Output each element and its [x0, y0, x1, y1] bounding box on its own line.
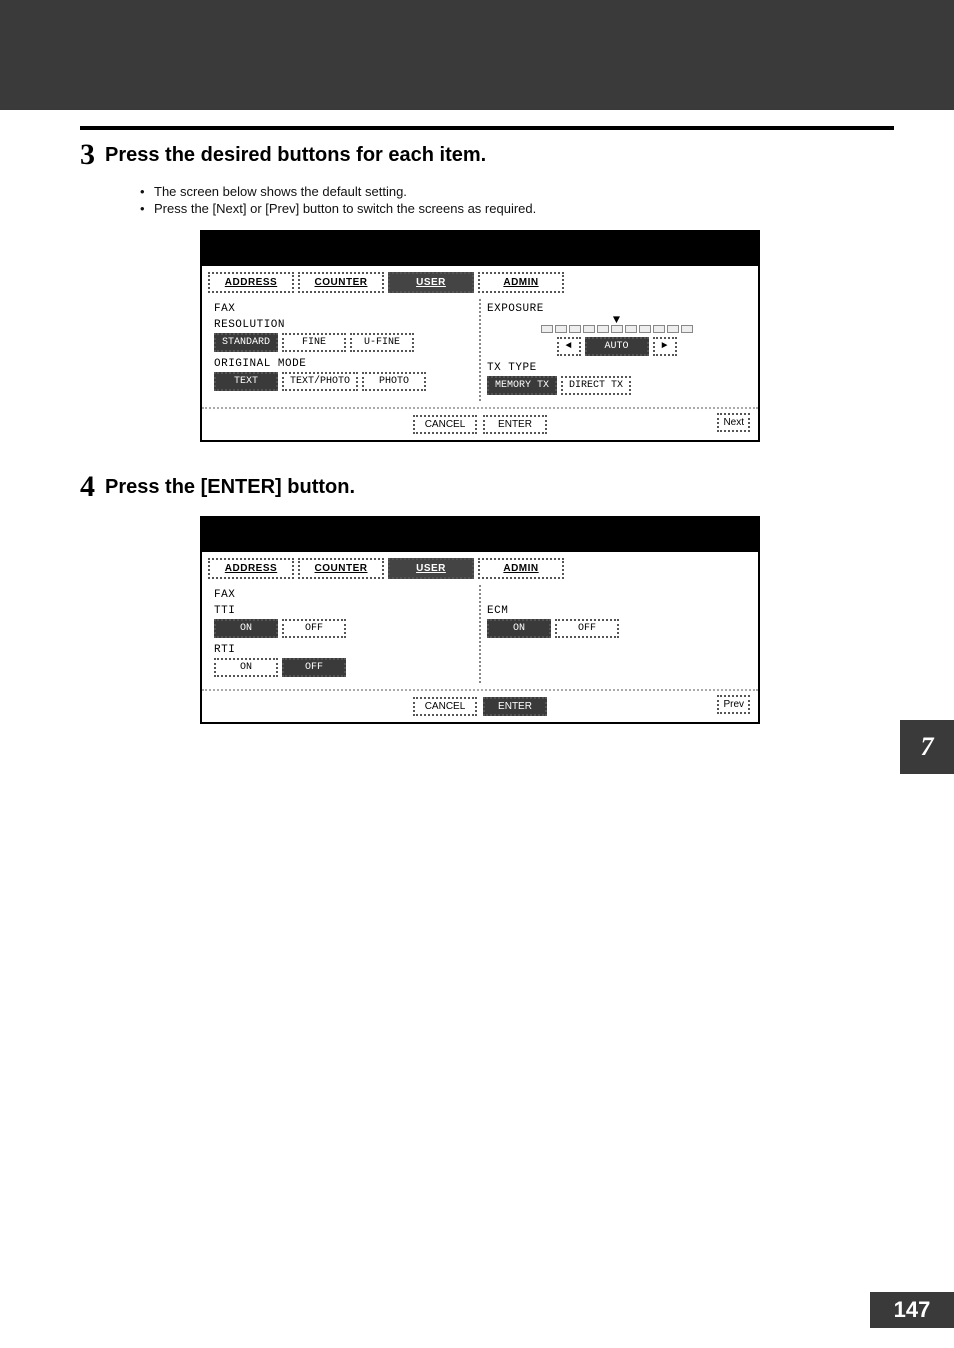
label-ecm: ECM [487, 605, 746, 617]
tab-admin[interactable]: ADMIN [478, 272, 564, 293]
heading-fax: FAX [214, 589, 473, 601]
screen-panel-1: ADDRESS COUNTER USER ADMIN FAX RESOLUTIO… [200, 230, 760, 442]
resolution-ufine-button[interactable]: U-FINE [350, 333, 414, 352]
next-button[interactable]: Next [717, 413, 750, 432]
exposure-auto-button[interactable]: AUTO [585, 337, 649, 356]
enter-button[interactable]: ENTER [483, 697, 547, 716]
exposure-scale [487, 325, 746, 333]
exposure-left-button[interactable]: ◄ [557, 337, 581, 356]
bullet-item: The screen below shows the default setti… [140, 184, 894, 199]
mode-text-button[interactable]: TEXT [214, 372, 278, 391]
label-tx-type: TX TYPE [487, 362, 746, 374]
panel-left-col: FAX RESOLUTION STANDARD FINE U-FINE ORIG… [208, 299, 481, 401]
label-original-mode: ORIGINAL MODE [214, 358, 473, 370]
panel-footer: CANCEL ENTER Prev [202, 689, 758, 722]
tab-address[interactable]: ADDRESS [208, 272, 294, 293]
exposure-marker: ▼ [487, 317, 746, 323]
memory-tx-button[interactable]: MEMORY TX [487, 376, 557, 395]
tab-user[interactable]: USER [388, 558, 474, 579]
page-number: 147 [870, 1292, 954, 1328]
panel-right-col: . ECM ON OFF [481, 585, 752, 683]
heading-fax: FAX [214, 303, 473, 315]
panel-right-col: EXPOSURE ▼ ◄ AUTO ► TX TYPE MEMORY TX DI… [481, 299, 752, 401]
ecm-off-button[interactable]: OFF [555, 619, 619, 638]
content-area: 3 Press the desired buttons for each ite… [80, 140, 894, 754]
panel-left-col: FAX TTI ON OFF RTI ON OFF [208, 585, 481, 683]
resolution-fine-button[interactable]: FINE [282, 333, 346, 352]
step-number: 4 [80, 472, 95, 502]
mode-textphoto-button[interactable]: TEXT/PHOTO [282, 372, 358, 391]
cancel-button[interactable]: CANCEL [413, 697, 477, 716]
tab-counter[interactable]: COUNTER [298, 558, 384, 579]
prev-button[interactable]: Prev [717, 695, 750, 714]
step-number: 3 [80, 140, 95, 170]
resolution-standard-button[interactable]: STANDARD [214, 333, 278, 352]
direct-tx-button[interactable]: DIRECT TX [561, 376, 631, 395]
step-title: Press the [ENTER] button. [105, 472, 355, 499]
tab-admin[interactable]: ADMIN [478, 558, 564, 579]
tab-counter[interactable]: COUNTER [298, 272, 384, 293]
exposure-right-button[interactable]: ► [653, 337, 677, 356]
bullet-item: Press the [Next] or [Prev] button to swi… [140, 201, 894, 216]
panel-titlebar [202, 232, 758, 266]
label-resolution: RESOLUTION [214, 319, 473, 331]
step-4: 4 Press the [ENTER] button. [80, 472, 894, 502]
label-rti: RTI [214, 644, 473, 656]
panel-footer: CANCEL ENTER Next [202, 407, 758, 440]
rti-on-button[interactable]: ON [214, 658, 278, 677]
step-3-bullets: The screen below shows the default setti… [140, 184, 894, 216]
tab-user[interactable]: USER [388, 272, 474, 293]
screen-panel-2: ADDRESS COUNTER USER ADMIN FAX TTI ON OF… [200, 516, 760, 724]
rti-off-button[interactable]: OFF [282, 658, 346, 677]
tti-off-button[interactable]: OFF [282, 619, 346, 638]
tti-on-button[interactable]: ON [214, 619, 278, 638]
separator-rule [80, 126, 894, 130]
section-tab: 7 [900, 720, 954, 774]
mode-photo-button[interactable]: PHOTO [362, 372, 426, 391]
ecm-on-button[interactable]: ON [487, 619, 551, 638]
tab-row: ADDRESS COUNTER USER ADMIN [202, 266, 758, 293]
cancel-button[interactable]: CANCEL [413, 415, 477, 434]
step-3: 3 Press the desired buttons for each ite… [80, 140, 894, 170]
header-band [0, 0, 954, 110]
enter-button[interactable]: ENTER [483, 415, 547, 434]
panel-titlebar [202, 518, 758, 552]
tab-address[interactable]: ADDRESS [208, 558, 294, 579]
tab-row: ADDRESS COUNTER USER ADMIN [202, 552, 758, 579]
label-tti: TTI [214, 605, 473, 617]
step-title: Press the desired buttons for each item. [105, 140, 486, 167]
